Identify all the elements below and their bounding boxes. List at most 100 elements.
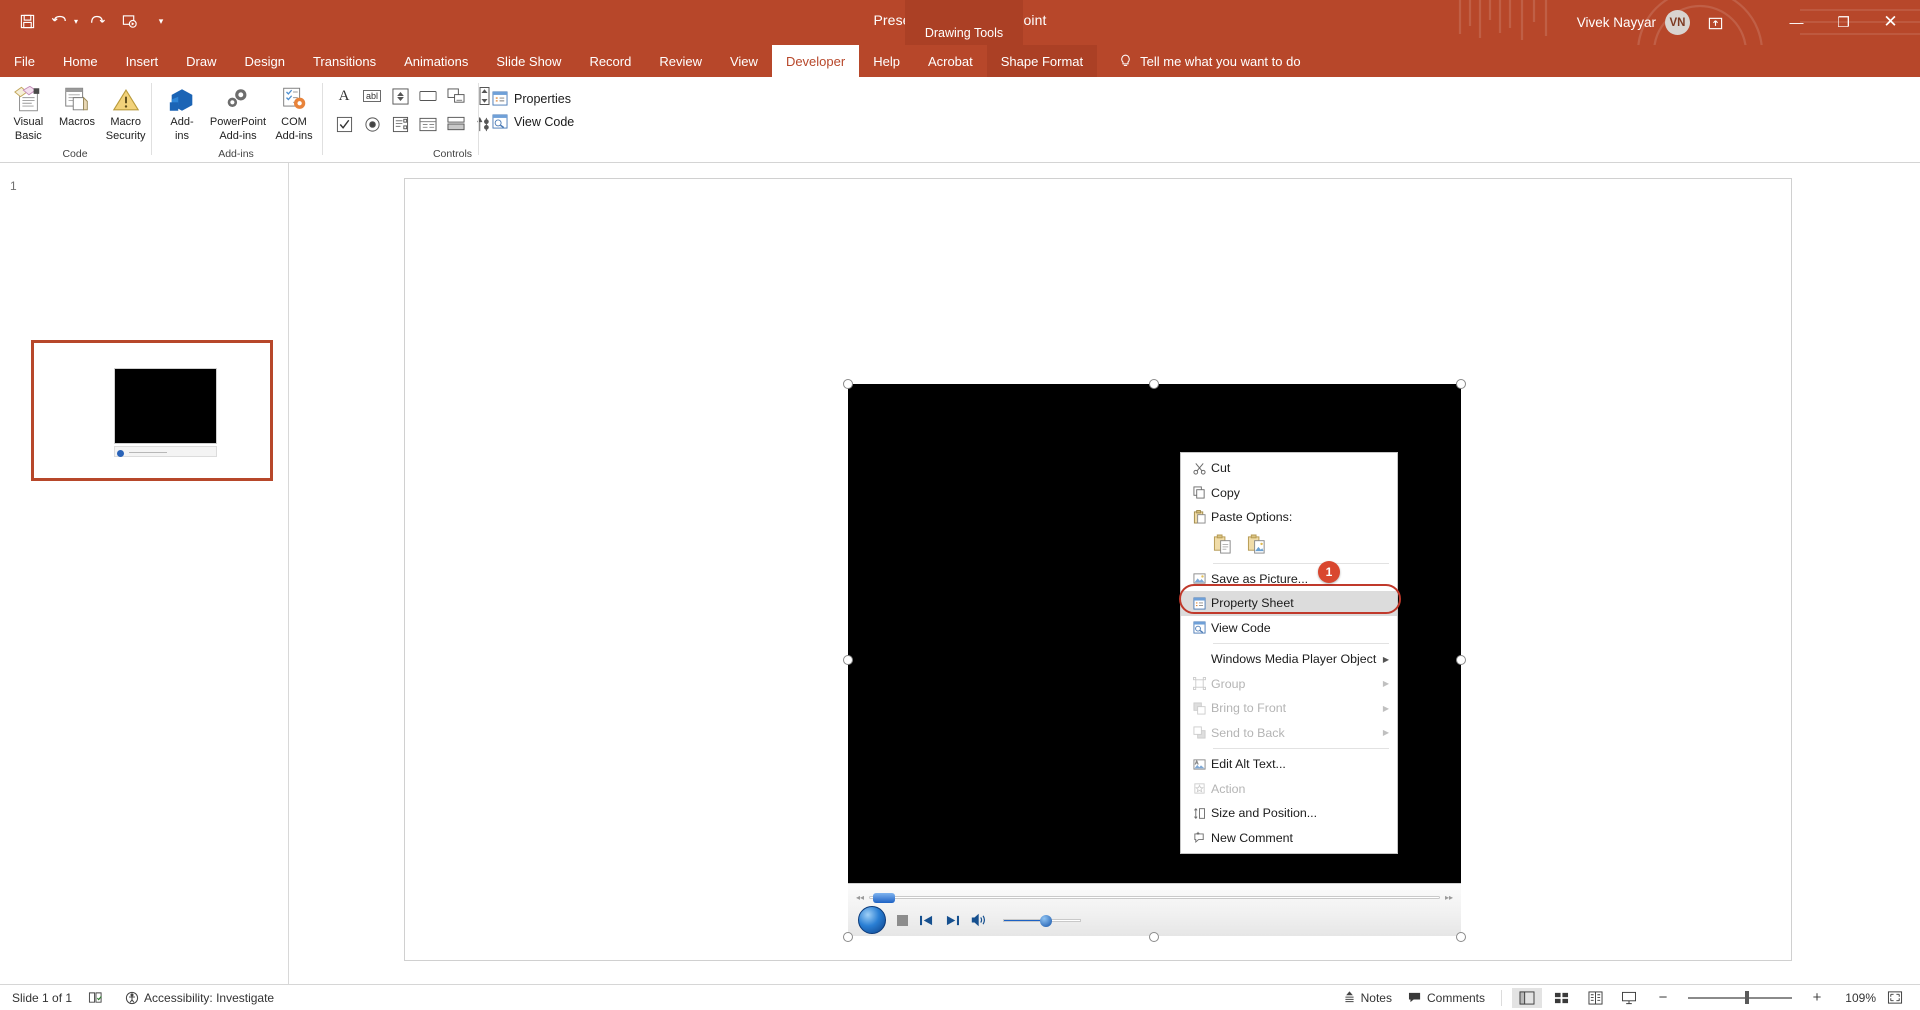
contextual-tools-label: Drawing Tools [905,0,1023,45]
submenu-arrow-icon-stb: ▶ [1382,728,1389,738]
zoom-slider-thumb[interactable] [1745,991,1750,1004]
selection-handle-tr[interactable] [1456,379,1466,389]
macro-security-button[interactable]: Macro Security [101,81,150,142]
selection-handle-tl[interactable] [843,379,853,389]
volume-slider[interactable] [1003,914,1081,927]
check-box-icon[interactable] [331,111,357,137]
paste-picture-icon[interactable] [1247,534,1269,556]
zoom-slider[interactable] [1688,991,1792,1005]
slide-thumbnail-1[interactable] [31,340,273,481]
reading-view-button[interactable] [1580,988,1610,1008]
language-icon[interactable] [88,991,103,1005]
tab-view[interactable]: View [716,45,772,77]
slide-surface[interactable]: ◂◂ ▸▸ [404,178,1792,961]
tab-animations[interactable]: Animations [390,45,482,77]
spin-button-icon[interactable] [387,83,413,109]
tab-record[interactable]: Record [575,45,645,77]
avatar[interactable]: VN [1665,10,1690,35]
slide-sorter-view-button[interactable] [1546,988,1576,1008]
selection-handle-mr[interactable] [1456,655,1466,665]
seek-track[interactable] [869,892,1440,903]
properties-button[interactable]: Properties [484,87,624,110]
tab-file[interactable]: File [0,45,49,77]
next-button[interactable] [945,914,960,927]
toggle-button-icon[interactable] [415,111,441,137]
stop-button[interactable] [897,914,908,926]
textbox-control-icon[interactable]: abl [359,83,385,109]
minimize-button[interactable]: — [1773,6,1820,38]
selection-handle-ml[interactable] [843,655,853,665]
context-menu-item-property-sheet[interactable]: Property Sheet [1181,591,1397,616]
tab-slide-show[interactable]: Slide Show [482,45,575,77]
label-control-icon[interactable]: A [331,83,357,109]
context-menu-item-view-code[interactable]: View Code [1181,616,1397,641]
tab-draw[interactable]: Draw [172,45,230,77]
tab-developer[interactable]: Developer [771,45,860,77]
selection-handle-bm[interactable] [1149,932,1159,942]
view-code-button[interactable]: View Code [484,110,624,133]
mute-icon[interactable] [971,913,988,927]
visual-basic-button[interactable]: Visual Basic [4,81,53,142]
context-menu-item-save-as-picture[interactable]: Save as Picture... [1181,567,1397,592]
powerpoint-addins-label-1: PowerPoint [209,116,267,128]
context-menu-item-new-comment[interactable]: New Comment [1181,826,1397,851]
slide-indicator[interactable]: Slide 1 of 1 [12,991,72,1005]
tab-design[interactable]: Design [231,45,299,77]
tab-transitions[interactable]: Transitions [299,45,390,77]
tab-insert[interactable]: Insert [112,45,173,77]
seek-thumb[interactable] [873,892,896,903]
selection-handle-tm[interactable] [1149,379,1159,389]
play-button[interactable] [858,906,886,934]
zoom-out-button[interactable]: − [1648,988,1678,1008]
volume-thumb[interactable] [1040,914,1053,927]
slide-show-view-button[interactable] [1614,988,1644,1008]
tab-shape-format[interactable]: Shape Format [986,45,1098,77]
restore-button[interactable]: ❐ [1820,6,1867,38]
tell-me-search[interactable]: Tell me what you want to do [1105,45,1314,77]
save-picture-icon [1187,572,1211,585]
zoom-level-label[interactable]: 109% [1836,991,1876,1005]
ribbon-display-options-icon[interactable] [1700,10,1730,36]
seek-bar[interactable]: ◂◂ ▸▸ [856,891,1453,903]
tab-home[interactable]: Home [49,45,112,77]
addins-icon [167,84,197,114]
powerpoint-addins-button[interactable]: PowerPoint Add-ins [208,81,268,142]
context-menu-item-edit-alt-text[interactable]: A Edit Alt Text... [1181,752,1397,777]
notes-button[interactable]: Notes [1337,989,1398,1007]
combo-box-icon[interactable] [443,83,469,109]
normal-view-button[interactable] [1512,987,1542,1008]
fit-slide-to-window-button[interactable] [1880,988,1910,1008]
frame-control-icon[interactable] [443,111,469,137]
command-button-icon[interactable] [415,83,441,109]
context-menu-item-copy[interactable]: Copy [1181,481,1397,506]
selection-handle-bl[interactable] [843,932,853,942]
accessibility-icon [125,991,139,1005]
comments-button[interactable]: Comments [1402,989,1491,1007]
accessibility-status[interactable]: Accessibility: Investigate [119,989,280,1007]
macros-button[interactable]: Macros [53,81,102,130]
paste-keep-source-formatting-icon[interactable] [1213,534,1235,556]
context-menu-item-size-and-position[interactable]: Size and Position... [1181,801,1397,826]
context-menu-label-paste-options: Paste Options: [1211,510,1293,525]
previous-button[interactable] [919,914,934,927]
com-addins-button[interactable]: COM Add-ins [268,81,320,142]
context-menu-item-cut[interactable]: Cut [1181,456,1397,481]
option-button-icon[interactable] [359,111,385,137]
ribbon: Visual Basic Macros Macro Security Code … [0,77,1920,240]
comments-label: Comments [1426,990,1485,1005]
close-button[interactable]: ✕ [1867,6,1914,38]
selection-handle-br[interactable] [1456,932,1466,942]
tab-acrobat[interactable]: Acrobat [914,45,987,77]
list-box-icon[interactable] [387,111,413,137]
slide-thumbnail-pane: 1 [0,163,289,984]
tab-help[interactable]: Help [859,45,914,77]
tab-review[interactable]: Review [645,45,716,77]
zoom-in-button[interactable]: + [1802,988,1832,1008]
context-menu-item-wmp-object[interactable]: Windows Media Player Object ▶ [1181,647,1397,672]
thumbnail-slide-number: 1 [10,179,17,193]
user-account[interactable]: Vivek Nayyar VN [1577,10,1690,35]
addins-button[interactable]: Add- ins [156,81,208,142]
context-menu: Cut Copy Paste Options: Save as Picture.… [1180,452,1398,854]
accessibility-label: Accessibility: Investigate [144,990,275,1005]
seek-start-icon: ◂◂ [856,892,865,902]
